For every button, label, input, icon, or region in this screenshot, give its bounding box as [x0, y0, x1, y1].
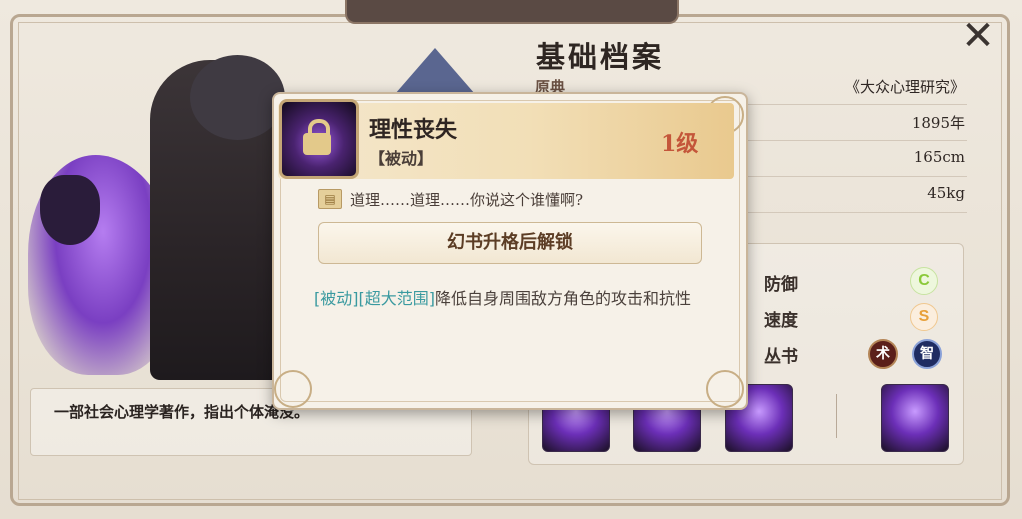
- lock-icon: [303, 133, 331, 155]
- skill-icon-4[interactable]: [881, 384, 949, 452]
- skill-name: 理性丧失: [369, 117, 458, 143]
- stat-label-defense: 防御: [764, 275, 798, 295]
- popup-corner-ornament: [274, 370, 312, 408]
- info-value: 《大众心理研究》: [844, 78, 965, 96]
- info-value: 1895年: [911, 114, 965, 132]
- info-value: 45kg: [927, 184, 965, 202]
- unlock-button[interactable]: 幻书升格后解锁: [318, 222, 702, 264]
- grade-c-icon: C: [910, 267, 938, 295]
- stat-label-speed: 速度: [764, 311, 798, 331]
- top-ornament: [345, 0, 679, 24]
- stat-label-series: 丛书: [764, 347, 798, 367]
- series-tag-zhi[interactable]: 智: [912, 339, 942, 369]
- skill-type: 【被动】: [369, 149, 434, 168]
- skill-quote: 道理……道理……你说这个谁懂啊?: [350, 191, 584, 209]
- ghost-face: [40, 175, 100, 245]
- character-head: [190, 55, 285, 140]
- info-value: 165cm: [913, 148, 965, 166]
- effect-tags: [被动][超大范围]: [314, 289, 435, 308]
- book-icon: ▤: [318, 189, 342, 209]
- skill-effect: [被动][超大范围]降低自身周围敌方角色的攻击和抗性: [314, 285, 704, 313]
- skill-level: 1级: [661, 131, 699, 157]
- series-tag-shu[interactable]: 术: [868, 339, 898, 369]
- grade-s-icon: S: [910, 303, 938, 331]
- crossed-swords-close-icon[interactable]: ✕: [956, 14, 1000, 58]
- skill-divider: [836, 394, 837, 438]
- effect-text: 降低自身周围敌方角色的攻击和抗性: [434, 289, 691, 308]
- popup-corner-ornament: [706, 370, 744, 408]
